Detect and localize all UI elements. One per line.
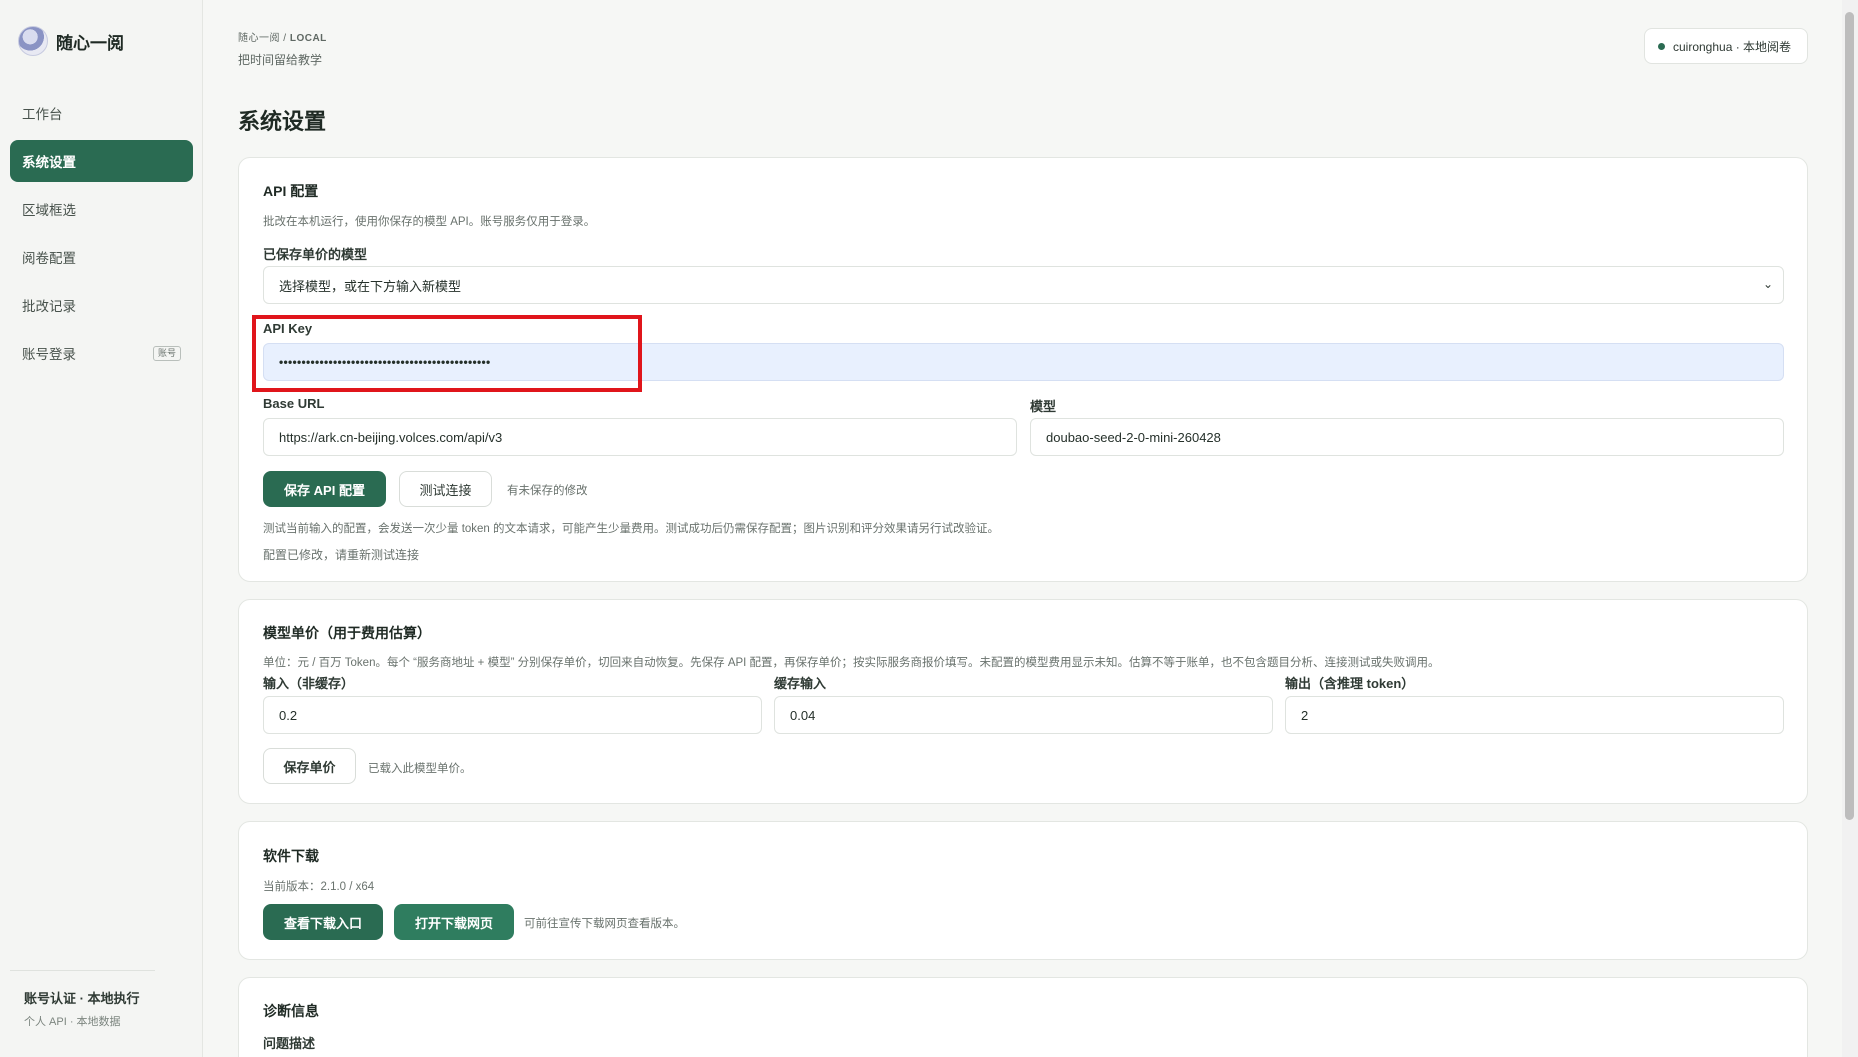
input-price-label: 输入（非缓存）	[263, 676, 355, 691]
price-card-title: 模型单价（用于费用估算）	[263, 625, 431, 641]
model-label: 模型	[1030, 399, 1057, 414]
price-loaded-note: 已载入此模型单价。	[368, 763, 472, 775]
saved-model-select-value: 选择模型，或在下方输入新模型	[279, 278, 462, 294]
user-chip-label: cuironghua · 本地阅卷	[1673, 39, 1792, 54]
problem-description-label: 问题描述	[263, 1036, 316, 1051]
sidebar-item-settings[interactable]: 系统设置	[10, 140, 193, 182]
sidebar-item-label: 工作台	[22, 107, 63, 122]
input-price-value: 0.2	[279, 707, 298, 723]
chevron-down-icon: ⌄	[1762, 277, 1773, 291]
saved-model-select[interactable]: 选择模型，或在下方输入新模型 ⌄	[263, 266, 1784, 304]
sidebar-item-workbench[interactable]: 工作台	[10, 92, 193, 134]
account-badge: 账号	[152, 345, 181, 361]
api-card-title: API 配置	[263, 183, 319, 199]
software-download-card: 软件下载 当前版本：2.1.0 / x64 查看下载入口 打开下载网页 可前往宣…	[238, 821, 1808, 960]
open-download-page-button[interactable]: 打开下载网页	[394, 904, 514, 940]
output-price-field[interactable]: 2	[1285, 696, 1784, 734]
sidebar-footer-title: 账号认证 · 本地执行	[24, 991, 140, 1006]
save-price-button[interactable]: 保存单价	[263, 748, 356, 784]
sidebar-item-label: 批改记录	[22, 299, 76, 314]
sidebar-item-grading-config[interactable]: 阅卷配置	[10, 236, 193, 278]
view-download-entry-button[interactable]: 查看下载入口	[263, 904, 383, 940]
input-price-field[interactable]: 0.2	[263, 696, 762, 734]
test-connection-note: 测试当前输入的配置，会发送一次少量 token 的文本请求，可能产生少量费用。测…	[263, 523, 1000, 535]
api-key-value: ••••••••••••••••••••••••••••••••••••••••…	[279, 355, 491, 369]
api-config-card: API 配置 批改在本机运行，使用你保存的模型 API。账号服务仅用于登录。 已…	[238, 157, 1808, 582]
sidebar-nav: 工作台 系统设置 区域框选 阅卷配置 批改记录 账号登录 账号	[10, 92, 193, 380]
model-value: doubao-seed-2-0-mini-260428	[1046, 429, 1221, 445]
test-connection-button[interactable]: 测试连接	[399, 471, 492, 507]
current-version: 当前版本：2.1.0 / x64	[263, 881, 375, 893]
breadcrumb-root[interactable]: 随心一阅	[238, 33, 280, 44]
unsaved-changes-note: 有未保存的修改	[507, 485, 588, 497]
save-api-config-button[interactable]: 保存 API 配置	[263, 471, 386, 507]
api-key-input[interactable]: ••••••••••••••••••••••••••••••••••••••••…	[263, 343, 1784, 381]
sidebar-item-grading-records[interactable]: 批改记录	[10, 284, 193, 326]
cached-input-price-field[interactable]: 0.04	[774, 696, 1273, 734]
model-input[interactable]: doubao-seed-2-0-mini-260428	[1030, 418, 1784, 456]
config-status-note: 配置已修改，请重新测试连接	[263, 548, 420, 562]
cached-input-price-label: 缓存输入	[774, 676, 827, 691]
brand-logo-icon	[18, 26, 48, 56]
sidebar-footer-subtitle: 个人 API · 本地数据	[24, 1016, 121, 1028]
diagnostics-card: 诊断信息 问题描述	[238, 977, 1808, 1057]
sidebar-divider	[10, 970, 155, 971]
model-price-card: 模型单价（用于费用估算） 单位：元 / 百万 Token。每个 “服务商地址 +…	[238, 599, 1808, 804]
sidebar-item-region-select[interactable]: 区域框选	[10, 188, 193, 230]
brand[interactable]: 随心一阅	[18, 26, 124, 56]
sidebar-item-account-login[interactable]: 账号登录 账号	[10, 332, 193, 374]
sidebar-item-label: 阅卷配置	[22, 251, 76, 266]
breadcrumb: 随心一阅 / LOCAL	[238, 29, 327, 44]
output-price-label: 输出（含推理 token）	[1285, 676, 1415, 691]
tagline: 把时间留给教学	[238, 53, 323, 67]
download-card-title: 软件下载	[263, 848, 319, 864]
cached-input-price-value: 0.04	[790, 707, 816, 723]
sidebar-footer: 账号认证 · 本地执行 个人 API · 本地数据	[24, 988, 140, 1029]
api-card-description: 批改在本机运行，使用你保存的模型 API。账号服务仅用于登录。	[263, 216, 596, 228]
breadcrumb-separator: /	[283, 33, 287, 44]
output-price-value: 2	[1301, 707, 1309, 723]
status-dot-icon	[1658, 42, 1665, 50]
brand-name: 随心一阅	[56, 33, 124, 53]
page-title: 系统设置	[238, 109, 327, 134]
breadcrumb-current: LOCAL	[289, 33, 327, 44]
scrollbar-thumb[interactable]	[1845, 12, 1854, 820]
sidebar: 随心一阅 工作台 系统设置 区域框选 阅卷配置 批改记录 账号登录 账号 账号认…	[0, 0, 203, 1057]
user-chip[interactable]: cuironghua · 本地阅卷	[1644, 28, 1808, 64]
price-card-description: 单位：元 / 百万 Token。每个 “服务商地址 + 模型” 分别保存单价，切…	[263, 657, 1440, 669]
base-url-input[interactable]: https://ark.cn-beijing.volces.com/api/v3	[263, 418, 1017, 456]
diagnostics-card-title: 诊断信息	[263, 1003, 319, 1019]
sidebar-item-label: 系统设置	[22, 155, 76, 170]
download-note: 可前往宣传下载网页查看版本。	[524, 918, 685, 930]
saved-model-label: 已保存单价的模型	[263, 247, 368, 262]
base-url-value: https://ark.cn-beijing.volces.com/api/v3	[279, 429, 503, 445]
base-url-label: Base URL	[263, 396, 325, 411]
sidebar-item-label: 区域框选	[22, 203, 76, 218]
sidebar-item-label: 账号登录	[22, 347, 76, 362]
api-key-label: API Key	[263, 321, 313, 336]
